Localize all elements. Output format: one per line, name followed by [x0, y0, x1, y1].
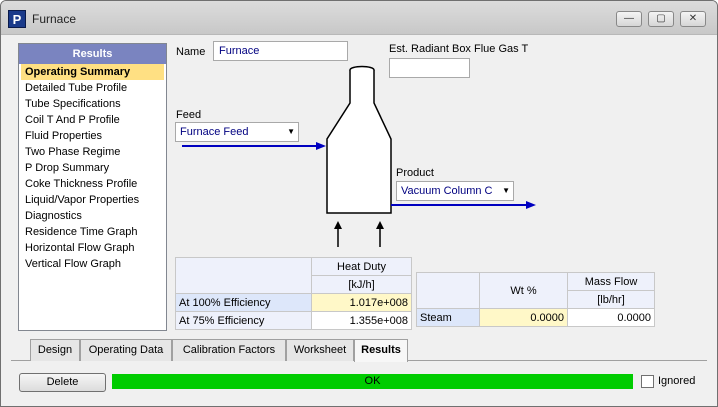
tab-design[interactable]: Design — [30, 339, 80, 361]
nav-item-tube-specifications[interactable]: Tube Specifications — [19, 96, 166, 112]
flue-gas-temp-label: Est. Radiant Box Flue Gas T — [389, 43, 529, 55]
table-row[interactable]: Steam 0.0000 0.0000 — [416, 308, 655, 327]
nav-item-liquid-vapor-properties[interactable]: Liquid/Vapor Properties — [19, 192, 166, 208]
delete-button[interactable]: Delete — [19, 373, 106, 392]
nav-item-operating-summary[interactable]: Operating Summary — [21, 64, 164, 80]
heat-duty-cell[interactable]: 1.017e+008 — [311, 293, 412, 312]
heat-duty-cell[interactable]: 1.355e+008 — [311, 311, 412, 330]
mass-flow-header: Mass Flow — [567, 272, 655, 291]
nav-item-two-phase-regime[interactable]: Two Phase Regime — [19, 144, 166, 160]
steam-corner — [416, 272, 480, 309]
row-label: At 75% Efficiency — [175, 311, 312, 330]
nav-item-coil-t-and-p-profile[interactable]: Coil T And P Profile — [19, 112, 166, 128]
ignored-checkbox[interactable] — [641, 375, 654, 388]
results-nav-header: Results — [19, 44, 166, 64]
product-stream-arrow[interactable] — [391, 201, 536, 209]
nav-item-residence-time-graph[interactable]: Residence Time Graph — [19, 224, 166, 240]
furnace-body[interactable] — [326, 65, 392, 214]
tab-operating-data[interactable]: Operating Data — [80, 339, 172, 361]
status-bar: OK — [112, 374, 633, 389]
tab-calibration-factors[interactable]: Calibration Factors — [172, 339, 286, 361]
nav-item-detailed-tube-profile[interactable]: Detailed Tube Profile — [19, 80, 166, 96]
row-label: Steam — [416, 308, 480, 327]
steam-mass-flow-cell[interactable]: 0.0000 — [567, 308, 655, 327]
nav-item-coke-thickness-profile[interactable]: Coke Thickness Profile — [19, 176, 166, 192]
nav-item-p-drop-summary[interactable]: P Drop Summary — [19, 160, 166, 176]
nav-item-fluid-properties[interactable]: Fluid Properties — [19, 128, 166, 144]
close-button[interactable]: ✕ — [680, 11, 706, 27]
nav-item-vertical-flow-graph[interactable]: Vertical Flow Graph — [19, 256, 166, 272]
tab-results[interactable]: Results — [354, 339, 408, 362]
furnace-window: P Furnace — ▢ ✕ Results Operating Summar… — [0, 0, 718, 407]
name-input[interactable]: Furnace — [213, 41, 348, 61]
row-label: At 100% Efficiency — [175, 293, 312, 312]
heat-duty-unit: [kJ/h] — [311, 275, 412, 294]
results-nav-panel: Results Operating Summary Detailed Tube P… — [18, 43, 167, 331]
tab-worksheet[interactable]: Worksheet — [286, 339, 354, 361]
steam-wt-cell[interactable]: 0.0000 — [479, 308, 568, 327]
name-label: Name — [176, 46, 206, 58]
feed-stream-arrow[interactable] — [182, 142, 326, 150]
nav-item-diagnostics[interactable]: Diagnostics — [19, 208, 166, 224]
energy-stream-arrows[interactable] — [334, 221, 384, 247]
title-bar[interactable]: P Furnace — ▢ ✕ — [1, 1, 717, 35]
mass-flow-unit: [lb/hr] — [567, 290, 655, 309]
heat-duty-table: Heat Duty [kJ/h] At 100% Efficiency 1.01… — [175, 257, 412, 330]
results-nav-list: Operating Summary Detailed Tube Profile Tu… — [19, 64, 166, 272]
steam-table: Wt % Mass Flow [lb/hr] Steam 0.0000 0.00… — [416, 272, 655, 327]
nav-item-horizontal-flow-graph[interactable]: Horizontal Flow Graph — [19, 240, 166, 256]
wt-percent-header: Wt % — [479, 272, 568, 309]
ignored-label: Ignored — [658, 375, 696, 387]
maximize-button[interactable]: ▢ — [648, 11, 674, 27]
table-row[interactable]: At 75% Efficiency 1.355e+008 — [175, 311, 412, 330]
heat-duty-corner — [175, 257, 312, 294]
minimize-button[interactable]: — — [616, 11, 642, 27]
app-icon: P — [8, 10, 26, 28]
heat-duty-header: Heat Duty — [311, 257, 412, 276]
table-row[interactable]: At 100% Efficiency 1.017e+008 — [175, 293, 412, 312]
furnace-diagram — [182, 65, 536, 247]
window-title: Furnace — [32, 12, 77, 26]
